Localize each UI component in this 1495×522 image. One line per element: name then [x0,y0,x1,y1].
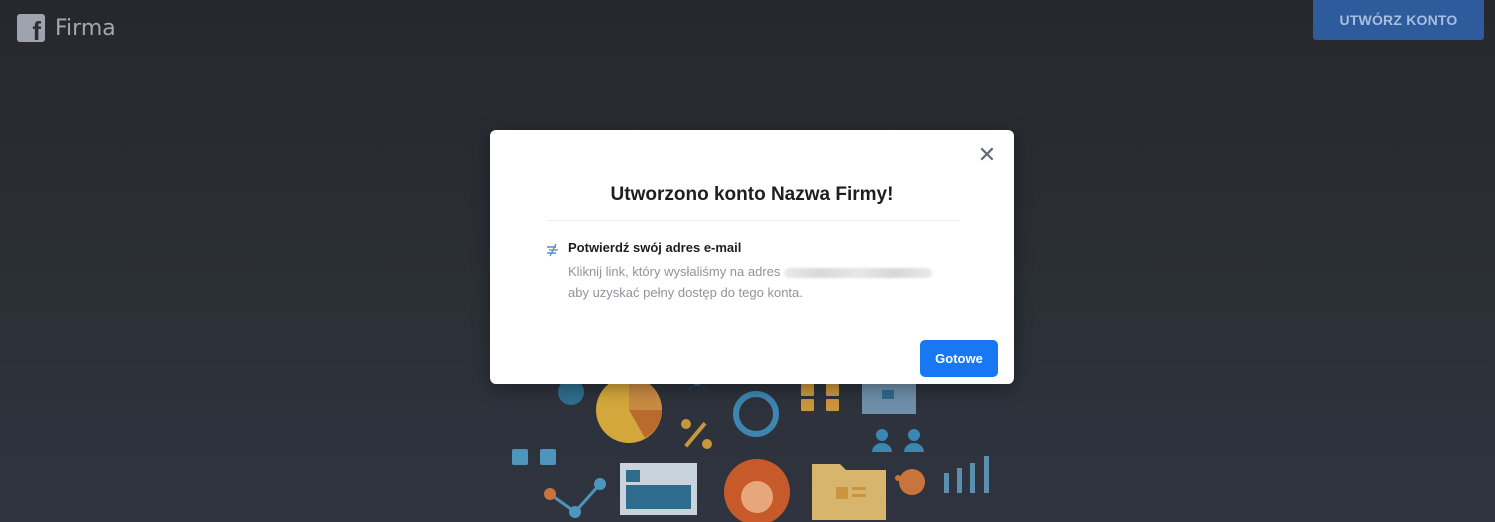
orange-dot-shape [899,469,925,495]
percent-shape [681,419,712,449]
notice-body-line1: Kliknij link, który wysłaliśmy na adres [568,264,781,279]
network-shape [544,478,606,518]
tiles-shape [512,449,556,465]
account-created-dialog: ✕ Utworzono konto Nazwa Firmy! Potwierdź… [490,130,1014,384]
window-card-shape [620,463,697,515]
flag-card-shape [862,384,916,414]
notice-body-line2: aby uzyskać pełny dostęp do tego konta. [568,285,803,300]
dialog-title: Utworzono konto Nazwa Firmy! [610,184,894,205]
divider [547,220,959,221]
squares-shape [801,384,839,411]
avatar-shape [724,459,790,522]
people-shape [872,429,924,452]
notice-body: Kliknij link, który wysłaliśmy na adres … [568,261,968,303]
redacted-email [784,267,933,278]
ring-shape [733,391,779,437]
done-button[interactable]: Gotowe [920,340,998,377]
pie-chart-shape [596,377,662,443]
notice-heading: Potwierdź swój adres e-mail [568,240,742,255]
folder-shape [812,464,886,520]
bar-chart-shape [944,456,989,493]
email-confirm-icon [547,243,558,257]
close-icon[interactable]: ✕ [976,144,998,166]
